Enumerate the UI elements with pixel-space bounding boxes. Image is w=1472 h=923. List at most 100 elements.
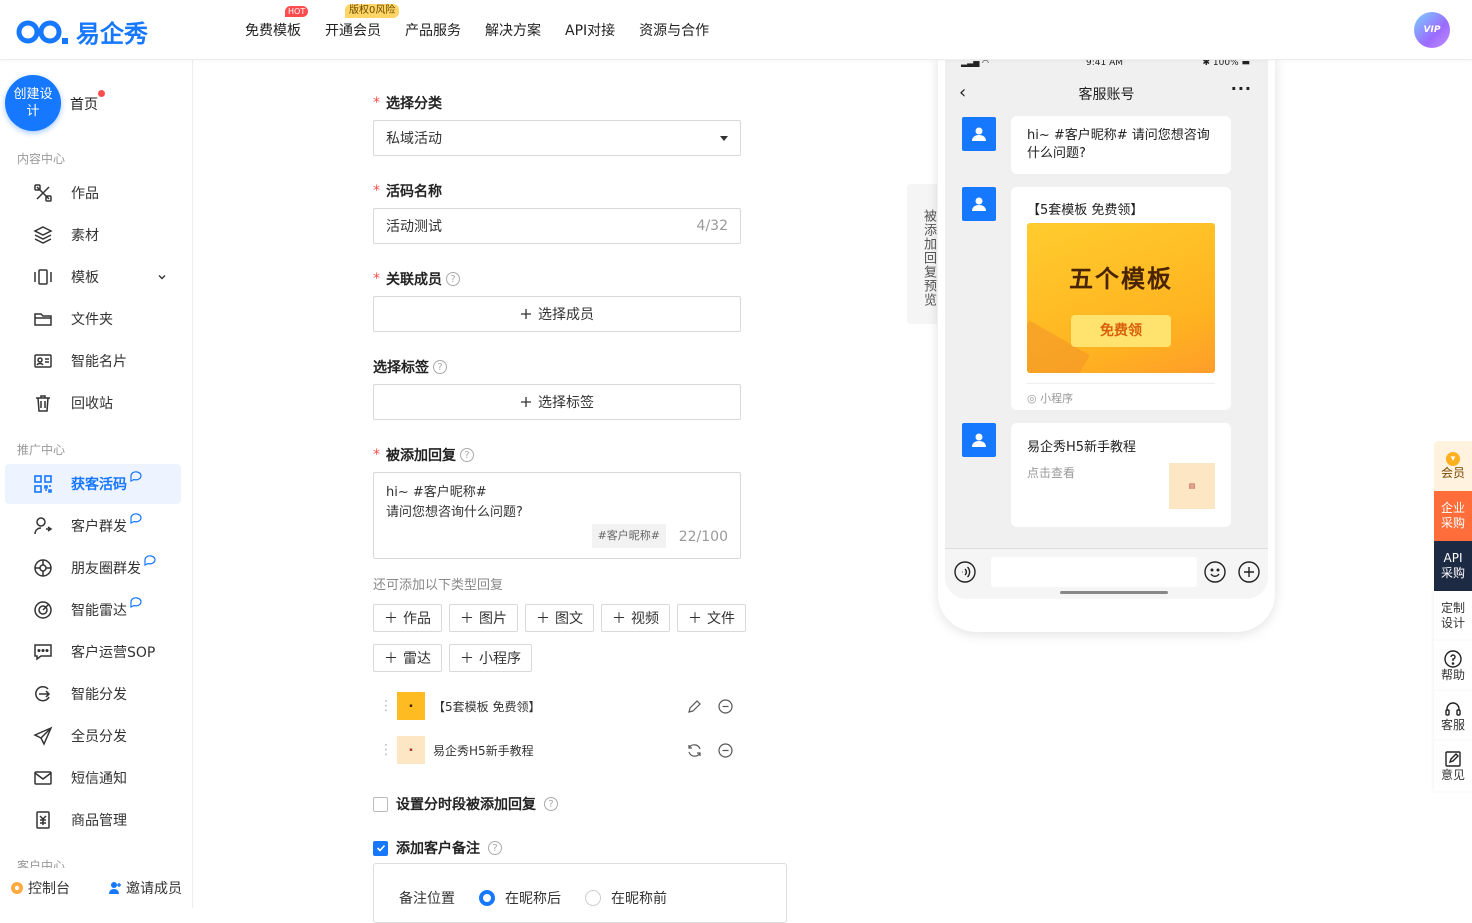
nav-api[interactable]: API对接 [565,20,615,40]
vip-float-button[interactable]: ▾ 会员 [1434,441,1472,491]
add-works-button[interactable]: ＋ 作品 [373,604,442,632]
feedback-button[interactable]: 意见 [1434,741,1472,791]
sidebar-item-label: 全员分发 [71,729,127,745]
sidebar-item-sms[interactable]: 短信通知 [5,758,181,798]
sidebar-item-materials[interactable]: 素材 [5,215,181,255]
nav-solutions[interactable]: 解决方案 [485,20,541,40]
send-icon [33,726,53,746]
nav-free-templates[interactable]: 免费模板 HOT [245,6,309,40]
code-name-input[interactable]: 活动测试 4/32 [373,208,741,244]
schedule-label: 设置分时段被添加回复 [396,797,536,813]
nav-products[interactable]: 产品服务 [405,20,461,40]
sidebar-item-trash[interactable]: 回收站 [5,383,181,423]
sidebar-item-smart-distribute[interactable]: 智能分发 [5,674,181,714]
customer-service-button[interactable]: 客服 [1434,691,1472,741]
sidebar-item-mass-send[interactable]: 客户群发 [5,506,181,546]
trash-icon [36,395,50,412]
sidebar-item-qrcode[interactable]: 获客活码 [5,464,181,504]
drag-handle-icon[interactable]: ⋮⋮ [379,743,405,757]
help-circle-icon[interactable]: ? [544,797,558,811]
schedule-reply-option[interactable]: 设置分时段被添加回复 ? [373,794,558,814]
help-circle-icon[interactable]: ? [433,360,447,374]
invite-link[interactable]: 邀请成员 [108,878,182,898]
miniprogram-source-label: 小程序 [1040,392,1074,405]
sidebar-item-all-distribute[interactable]: 全员分发 [5,716,181,756]
drag-handle-icon[interactable]: ⋮⋮ [379,699,405,713]
phone-screen: ▂▃▅ ◠ 9:41 AM ✱ 100% ▬ ‹ 客服账号 ··· hi~ #客… [945,55,1268,599]
after-nickname-label[interactable]: 在昵称后 [505,888,561,908]
help-button[interactable]: 帮助 [1434,641,1472,691]
miniprogram-card: 【5套模板 免费领】 五个模板 免费领 ◎ 小程序 [1011,187,1231,410]
add-radar-button[interactable]: ＋ 雷达 [373,644,442,672]
add-article-button[interactable]: ＋ 图文 [525,604,594,632]
remove-circle-icon[interactable] [718,742,733,758]
remove-circle-icon[interactable] [718,698,733,714]
schedule-checkbox[interactable] [373,796,388,812]
help-circle-icon[interactable]: ? [460,448,474,462]
help-circle-icon[interactable]: ? [446,272,460,286]
auto-reply-textarea[interactable]: hi~ #客户昵称# 请问您想咨询什么问题? #客户昵称# 22/100 [373,472,741,559]
sidebar: 创建设计 首页 内容中心 作品 素材 模板 文件夹 智能名片 回收站 推广中心 … [0,60,193,908]
before-nickname-label[interactable]: 在昵称前 [611,888,667,908]
remark-option[interactable]: 添加客户备注 ? [373,838,502,858]
sidebar-item-label: 智能名片 [71,354,127,370]
sidebar-item-smart-card[interactable]: 智能名片 [5,341,181,381]
select-members-button[interactable]: 选择成员 [373,296,741,332]
enterprise-purchase-button[interactable]: 企业采购 [1434,491,1472,541]
sidebar-item-works[interactable]: 作品 [5,173,181,213]
floating-toolbar: ▾ 会员 企业采购 API采购 定制设计 帮助 客服 意见 [1434,441,1472,791]
remark-checkbox[interactable] [373,840,388,856]
add-image-button[interactable]: ＋ 图片 [449,604,518,632]
char-count: 4/32 [696,218,728,234]
brand-name: 易企秀 [76,20,148,48]
refresh-icon[interactable] [687,743,702,758]
console-link[interactable]: 控制台 [10,878,70,898]
add-miniprogram-button[interactable]: ＋ 小程序 [449,644,532,672]
add-file-button[interactable]: ＋ 文件 [677,604,746,632]
nav-membership[interactable]: 开通会员 版权0风险 [325,4,400,40]
sidebar-item-home[interactable]: 首页 [70,94,98,114]
sidebar-item-folder[interactable]: 文件夹 [5,299,181,339]
sidebar-item-label: 商品管理 [71,813,127,829]
remark-position-row: 备注位置 在昵称后 在昵称前 [399,888,667,908]
add-button-label: 图文 [555,611,583,627]
select-tags-button[interactable]: 选择标签 [373,384,741,420]
link-card: 易企秀H5新手教程 点击查看 ▤ [1011,423,1231,527]
nav-membership-label: 开通会员 [325,23,381,39]
user-avatar[interactable]: VIP [1414,12,1450,48]
help-circle-icon [1444,649,1462,668]
sidebar-item-goods[interactable]: 商品管理 [5,800,181,840]
sidebar-item-moments[interactable]: 朋友圈群发 [5,548,181,588]
before-nickname-radio[interactable] [585,890,601,906]
api-purchase-button[interactable]: API采购 [1434,541,1472,591]
sidebar-item-sop[interactable]: 客户运营SOP [5,632,181,672]
add-button-label: 雷达 [403,651,431,667]
custom-design-button[interactable]: 定制设计 [1434,591,1472,641]
reply-text-line1: hi~ #客户昵称# [386,485,487,500]
after-nickname-radio[interactable] [479,890,495,906]
edit-pencil-icon[interactable] [687,699,702,714]
caret-down-icon [720,136,728,141]
category-label: * 选择分类 [373,95,442,112]
create-design-button[interactable]: 创建设计 [5,75,61,131]
add-button-label: 视频 [631,611,659,627]
help-label: 帮助 [1440,667,1465,682]
section-promo-label: 推广中心 [17,443,66,457]
insert-nickname-chip[interactable]: #客户昵称# [591,524,666,548]
miniprogram-banner: 五个模板 免费领 [1027,223,1215,373]
brand-logo[interactable]: 易企秀 [16,14,148,49]
category-select[interactable]: 私域活动 [373,120,741,156]
sidebar-item-templates[interactable]: 模板 [5,257,181,297]
add-video-button[interactable]: ＋ 视频 [601,604,670,632]
qrcode-icon [34,475,52,493]
sidebar-item-label: 客户运营SOP [71,645,156,661]
plus-icon: ＋ [536,611,550,627]
goods-icon [36,811,50,829]
sidebar-item-radar[interactable]: 智能雷达 [5,590,181,630]
chevron-down-icon [158,275,166,280]
add-user-icon [109,882,121,894]
help-circle-icon[interactable]: ? [488,841,502,855]
link-description: 点击查看 [1027,466,1076,480]
nav-resources[interactable]: 资源与合作 [639,20,709,40]
preview-tab[interactable]: 被添加回复预览 [907,184,937,324]
